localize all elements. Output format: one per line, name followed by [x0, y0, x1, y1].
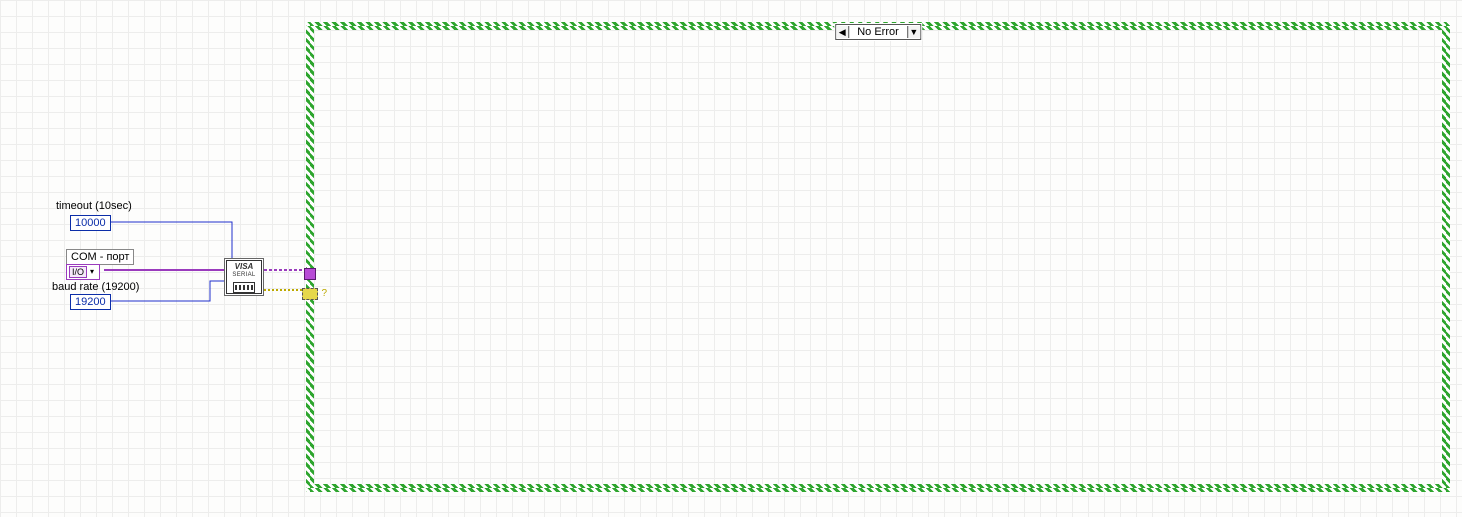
error-tunnel[interactable]: ?	[302, 288, 318, 300]
io-resource-value: I/O	[69, 266, 87, 278]
timeout-label: timeout (10sec)	[56, 200, 132, 212]
visa-serial-config-node[interactable]: VISA SERIAL	[224, 258, 264, 296]
case-structure[interactable]: ◀ No Error ▼ ?	[306, 22, 1450, 492]
case-selector-label[interactable]: No Error	[849, 26, 907, 38]
case-next-arrow-icon[interactable]: ▼	[907, 26, 920, 38]
case-structure-body[interactable]	[314, 30, 1442, 484]
visa-node-subtitle: SERIAL	[232, 271, 255, 279]
com-port-resource[interactable]: I/O ▾	[66, 264, 100, 280]
case-selector[interactable]: ◀ No Error ▼	[835, 24, 921, 40]
baud-rate-label: baud rate (19200)	[52, 281, 139, 293]
timeout-constant[interactable]: 10000	[70, 215, 111, 231]
case-prev-arrow-icon[interactable]: ◀	[836, 26, 849, 38]
visa-node-title: VISA	[235, 263, 254, 271]
chevron-down-icon[interactable]: ▾	[87, 266, 97, 278]
baud-rate-constant[interactable]: 19200	[70, 294, 111, 310]
question-mark-icon: ?	[321, 288, 327, 299]
visa-resource-tunnel[interactable]	[304, 268, 316, 280]
block-diagram-canvas[interactable]: timeout (10sec) 10000 COM - порт I/O ▾ b…	[0, 0, 1462, 517]
com-port-label: COM - порт	[66, 249, 134, 265]
serial-port-icon	[233, 282, 255, 293]
